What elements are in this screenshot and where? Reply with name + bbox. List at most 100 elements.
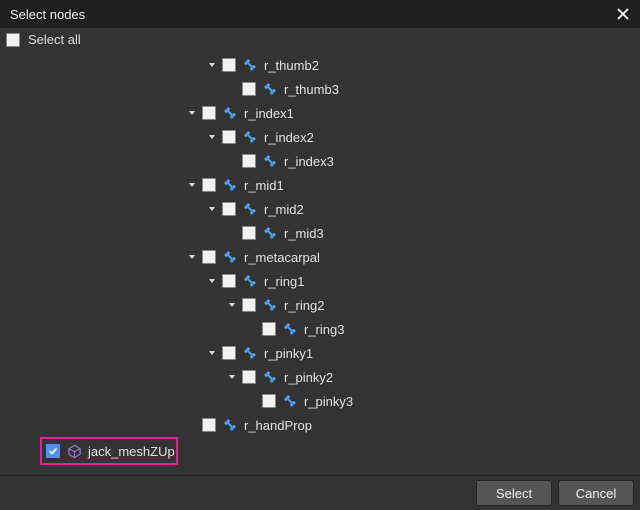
node-icon (222, 249, 238, 265)
select-nodes-dialog: Select nodes Select all r_thumb2 r_thumb3… (0, 0, 640, 510)
bone-icon (282, 321, 298, 337)
tree-row[interactable]: r_index2 (0, 125, 640, 149)
node-checkbox[interactable] (222, 274, 236, 288)
tree-row[interactable]: r_pinky2 (0, 365, 640, 389)
node-label: r_mid2 (264, 202, 304, 217)
expand-toggle[interactable] (206, 59, 218, 71)
bone-icon (282, 393, 298, 409)
node-icon (242, 57, 258, 73)
bone-icon (222, 249, 238, 265)
node-icon (262, 81, 278, 97)
expand-toggle[interactable] (206, 203, 218, 215)
bone-icon (222, 417, 238, 433)
window-title: Select nodes (10, 7, 85, 22)
bone-icon (262, 297, 278, 313)
tree-row[interactable]: r_mid3 (0, 221, 640, 245)
select-all-row: Select all (0, 28, 640, 51)
cancel-button-label: Cancel (576, 486, 616, 501)
cancel-button[interactable]: Cancel (558, 480, 634, 506)
tree-row[interactable]: r_index3 (0, 149, 640, 173)
bone-icon (262, 81, 278, 97)
node-icon (242, 273, 258, 289)
bone-icon (242, 273, 258, 289)
node-checkbox[interactable] (222, 346, 236, 360)
tree-row[interactable]: r_handProp (0, 413, 640, 437)
select-all-label: Select all (28, 32, 81, 47)
node-tree: r_thumb2 r_thumb3 r_index1 r_index2 r_index3… (0, 51, 640, 475)
tree-row[interactable]: r_pinky3 (0, 389, 640, 413)
close-button[interactable] (614, 5, 632, 23)
node-label: r_mid1 (244, 178, 284, 193)
node-label: r_metacarpal (244, 250, 320, 265)
node-checkbox[interactable] (222, 58, 236, 72)
bone-icon (222, 105, 238, 121)
node-label: r_thumb3 (284, 82, 339, 97)
expand-toggle[interactable] (186, 251, 198, 263)
node-label: r_pinky2 (284, 370, 333, 385)
node-label: r_thumb2 (264, 58, 319, 73)
bone-icon (242, 129, 258, 145)
expand-toggle[interactable] (206, 275, 218, 287)
tree-row-highlighted[interactable]: jack_meshZUp (40, 437, 178, 465)
node-label: r_index2 (264, 130, 314, 145)
close-icon (616, 7, 630, 21)
dialog-footer: Select Cancel (0, 475, 640, 510)
tree-row[interactable]: r_pinky1 (0, 341, 640, 365)
tree-row[interactable]: r_ring1 (0, 269, 640, 293)
tree-row[interactable]: r_thumb2 (0, 53, 640, 77)
expand-toggle[interactable] (226, 371, 238, 383)
node-checkbox[interactable] (202, 250, 216, 264)
expand-toggle[interactable] (186, 179, 198, 191)
tree-row[interactable]: r_metacarpal (0, 245, 640, 269)
expand-toggle[interactable] (186, 107, 198, 119)
node-checkbox[interactable] (202, 178, 216, 192)
node-checkbox[interactable] (242, 226, 256, 240)
node-label: r_ring2 (284, 298, 324, 313)
node-label: r_ring1 (264, 274, 304, 289)
node-icon (242, 201, 258, 217)
node-checkbox[interactable] (222, 202, 236, 216)
node-icon (222, 105, 238, 121)
node-checkbox[interactable] (242, 370, 256, 384)
node-label: r_mid3 (284, 226, 324, 241)
node-checkbox[interactable] (46, 444, 60, 458)
tree-row[interactable]: r_index1 (0, 101, 640, 125)
tree-row[interactable]: r_mid1 (0, 173, 640, 197)
bone-icon (262, 369, 278, 385)
mesh-icon (67, 444, 82, 459)
node-label: r_pinky1 (264, 346, 313, 361)
node-icon (282, 321, 298, 337)
node-icon (242, 129, 258, 145)
node-checkbox[interactable] (242, 298, 256, 312)
node-icon (66, 443, 82, 459)
bone-icon (222, 177, 238, 193)
tree-row[interactable]: r_ring2 (0, 293, 640, 317)
expand-toggle[interactable] (226, 299, 238, 311)
node-label: jack_meshZUp (88, 444, 175, 459)
node-checkbox[interactable] (242, 154, 256, 168)
tree-row[interactable]: r_thumb3 (0, 77, 640, 101)
expand-toggle[interactable] (206, 131, 218, 143)
node-icon (242, 345, 258, 361)
select-button[interactable]: Select (476, 480, 552, 506)
node-icon (262, 369, 278, 385)
node-label: r_pinky3 (304, 394, 353, 409)
node-checkbox[interactable] (262, 322, 276, 336)
node-label: r_handProp (244, 418, 312, 433)
titlebar: Select nodes (0, 0, 640, 28)
node-label: r_index1 (244, 106, 294, 121)
tree-row[interactable]: r_mid2 (0, 197, 640, 221)
bone-icon (242, 201, 258, 217)
tree-row[interactable]: r_ring3 (0, 317, 640, 341)
node-checkbox[interactable] (202, 418, 216, 432)
expand-toggle[interactable] (206, 347, 218, 359)
bone-icon (242, 57, 258, 73)
node-icon (262, 297, 278, 313)
node-checkbox[interactable] (202, 106, 216, 120)
bone-icon (262, 153, 278, 169)
select-all-checkbox[interactable] (6, 33, 20, 47)
node-checkbox[interactable] (222, 130, 236, 144)
node-checkbox[interactable] (242, 82, 256, 96)
node-checkbox[interactable] (262, 394, 276, 408)
node-icon (282, 393, 298, 409)
